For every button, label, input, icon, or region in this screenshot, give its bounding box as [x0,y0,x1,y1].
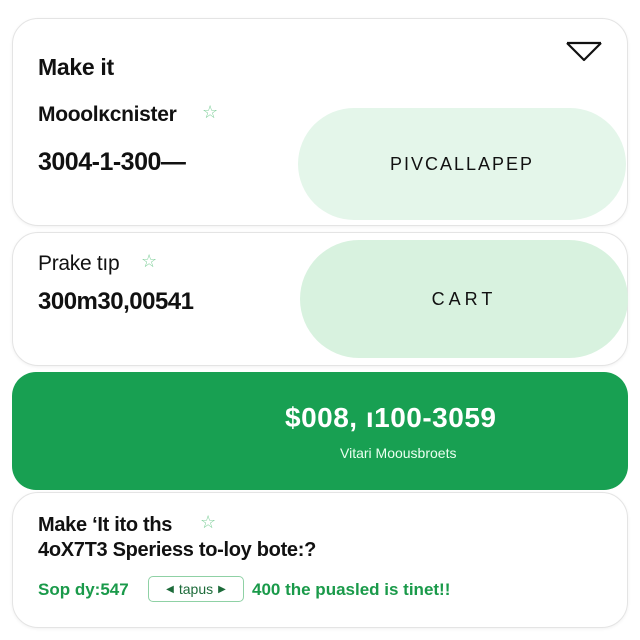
card-1-title: Make it [38,54,114,80]
chip-label: tapus [178,581,214,597]
card-4-footer-right: 400 the puasled is tinet!! [252,580,451,599]
chevron-down-icon[interactable] [565,40,603,64]
tapus-stepper[interactable]: ◀ tapus ▶ [148,576,244,602]
star-icon[interactable]: ☆ [141,252,157,270]
card-1-value: 3004-1-300— [38,148,186,176]
star-icon[interactable]: ☆ [200,513,216,531]
card-4-footer-left: Sop dy:547 [38,580,129,599]
banner-caption: Vitari Moousbroets [340,445,457,461]
card-4-subtitle: 4oX7T3 Speriess to-loy bote:? [38,539,317,561]
page: Make it Mooolĸcnister ☆ 3004-1-300— PIVC… [0,0,640,640]
cart-button[interactable]: CART [300,240,628,358]
card-1-subtitle: Mooolĸcnister [38,103,177,126]
pivcallapep-button[interactable]: PIVCALLAPEP [298,108,626,220]
star-icon[interactable]: ☆ [202,103,218,121]
card-2-value: 300m30,00541 [38,288,194,315]
card-4-title: Make ‘It ito ths [38,514,173,536]
arrow-left-icon[interactable]: ◀ [166,584,174,595]
arrow-right-icon[interactable]: ▶ [218,584,226,595]
banner-amount: $008, ı100-3059 [285,402,497,433]
card-2-subtitle: Prake tıp [38,252,120,275]
